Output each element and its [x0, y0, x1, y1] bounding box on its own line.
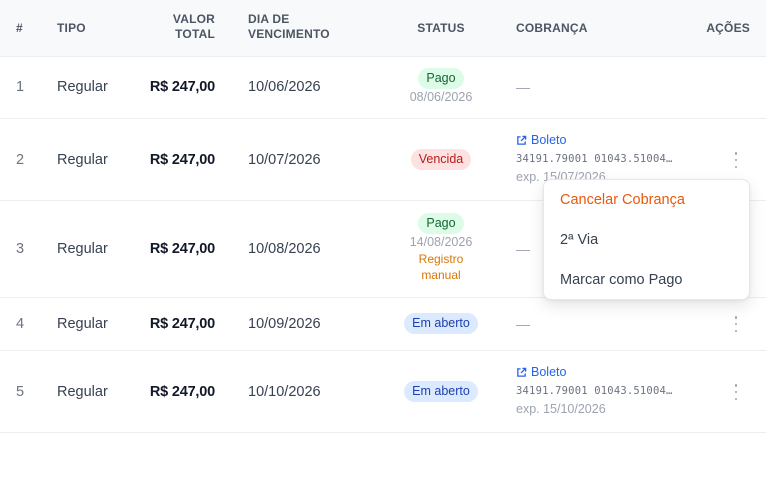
boleto-label: Boleto: [531, 133, 567, 147]
row-valor: R$ 247,00: [149, 152, 215, 168]
row-vencimento: 10/09/2026: [248, 316, 321, 332]
status-badge: Em aberto: [404, 313, 478, 334]
mark-as-paid-menu-item[interactable]: Marcar como Pago: [560, 272, 683, 288]
row-number: 4: [16, 316, 25, 332]
charge-info: Boleto 34191.79001 01043.51004… exp. 15/…: [516, 133, 673, 184]
charge-empty: —: [516, 316, 530, 332]
status-cell: Vencida: [380, 149, 502, 170]
row-tipo: Regular: [57, 241, 108, 257]
status-cell: Pago 14/08/2026 Registro manual: [380, 213, 502, 283]
kebab-icon[interactable]: [729, 152, 743, 168]
header-num: #: [16, 21, 23, 35]
row-number: 5: [16, 384, 25, 400]
header-cobranca: COBRANÇA: [516, 21, 588, 35]
row-tipo: Regular: [57, 316, 108, 332]
external-link-icon: [517, 135, 527, 145]
row-vencimento: 10/10/2026: [248, 384, 321, 400]
row-tipo: Regular: [57, 152, 108, 168]
row-vencimento: 10/07/2026: [248, 152, 321, 168]
status-cell: Em aberto: [380, 313, 502, 334]
header-vencimento: DIA DE VENCIMENTO: [248, 12, 330, 42]
table-row: 5 Regular R$ 247,00 10/10/2026 Em aberto…: [0, 351, 766, 433]
status-cell: Em aberto: [380, 381, 502, 402]
row-number: 2: [16, 152, 25, 168]
boleto-expiration: exp. 15/10/2026: [516, 402, 606, 416]
row-valor: R$ 247,00: [149, 316, 215, 332]
status-badge: Vencida: [410, 149, 472, 170]
manual-note-line2: manual: [421, 268, 461, 282]
row-valor: R$ 247,00: [149, 79, 215, 95]
status-date: 08/06/2026: [409, 90, 473, 104]
charge-empty: —: [516, 79, 530, 95]
kebab-icon[interactable]: [729, 316, 743, 332]
cancel-charge-menu-item[interactable]: Cancelar Cobrança: [560, 192, 685, 208]
header-status: STATUS: [417, 21, 465, 35]
status-cell: Pago 08/06/2026: [380, 68, 502, 106]
table-row: 1 Regular R$ 247,00 10/06/2026 Pago 08/0…: [0, 56, 766, 119]
status-badge: Em aberto: [404, 381, 478, 402]
kebab-icon[interactable]: [729, 384, 743, 400]
header-valor-line2: TOTAL: [175, 27, 215, 41]
row-number: 3: [16, 241, 25, 257]
external-link-icon: [517, 367, 527, 377]
row-number: 1: [16, 79, 25, 95]
manual-note-line1: Registro: [418, 252, 464, 266]
charge-empty: —: [516, 241, 530, 257]
row-tipo: Regular: [57, 79, 108, 95]
boleto-code: 34191.79001 01043.51004…: [516, 153, 673, 165]
actions-menu: Cancelar Cobrança 2ª Via Marcar como Pag…: [543, 179, 750, 300]
boleto-link[interactable]: Boleto: [516, 133, 673, 147]
status-badge: Pago: [418, 213, 464, 234]
boleto-code: 34191.79001 01043.51004…: [516, 385, 673, 397]
header-valor: VALOR TOTAL: [150, 12, 215, 42]
table-header: # TIPO VALOR TOTAL DIA DE VENCIMENTO STA…: [0, 0, 766, 57]
header-valor-line1: VALOR: [172, 12, 215, 26]
row-vencimento: 10/06/2026: [248, 79, 321, 95]
header-dia-line1: DIA DE: [248, 12, 290, 26]
table-row: 4 Regular R$ 247,00 10/09/2026 Em aberto…: [0, 298, 766, 351]
row-vencimento: 10/08/2026: [248, 241, 321, 257]
row-tipo: Regular: [57, 384, 108, 400]
boleto-link[interactable]: Boleto: [516, 365, 673, 379]
header-tipo: TIPO: [57, 21, 86, 35]
charge-info: Boleto 34191.79001 01043.51004… exp. 15/…: [516, 365, 673, 416]
second-copy-menu-item[interactable]: 2ª Via: [560, 232, 598, 248]
boleto-label: Boleto: [531, 365, 567, 379]
status-badge: Pago: [418, 68, 464, 89]
row-valor: R$ 247,00: [149, 241, 215, 257]
header-acoes: AÇÕES: [706, 21, 750, 35]
status-date: 14/08/2026: [409, 235, 473, 249]
header-dia-line2: VENCIMENTO: [248, 27, 330, 41]
row-valor: R$ 247,00: [149, 384, 215, 400]
